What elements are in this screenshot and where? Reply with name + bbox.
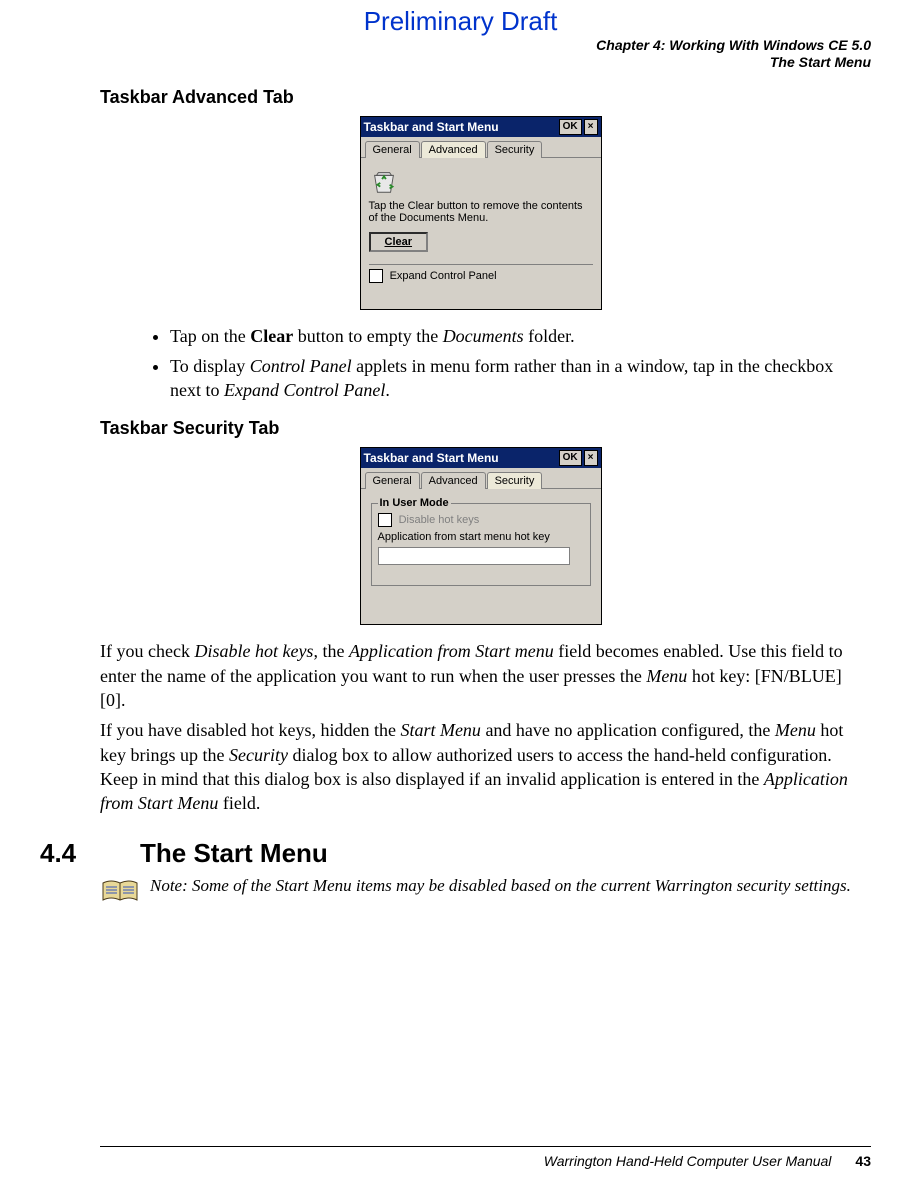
footer: Warrington Hand-Held Computer User Manua… (100, 1146, 871, 1169)
close-button[interactable]: × (584, 119, 598, 135)
subheading-security: Taskbar Security Tab (100, 418, 861, 439)
note-label: Note: (150, 876, 192, 895)
tab-general[interactable]: General (365, 141, 420, 158)
ok-button[interactable]: OK (559, 119, 582, 135)
footer-page-number: 43 (855, 1153, 871, 1169)
section-title: The Start Menu (140, 838, 328, 869)
expand-label: Expand Control Panel (390, 270, 497, 282)
paragraph-1: If you check Disable hot keys, the Appli… (100, 639, 861, 712)
subheading-advanced: Taskbar Advanced Tab (100, 87, 861, 108)
screenshot-security-tab: Taskbar and Start Menu OK × General Adva… (360, 447, 602, 625)
bullet-list: Tap on the Clear button to empty the Doc… (130, 324, 861, 403)
dialog-title-2: Taskbar and Start Menu (364, 451, 499, 465)
disable-hotkeys-label: Disable hot keys (399, 514, 480, 526)
disable-hotkeys-checkbox[interactable] (378, 513, 392, 527)
dialog-title: Taskbar and Start Menu (364, 120, 499, 134)
header-chapter: Chapter 4: Working With Windows CE 5.0 (0, 37, 871, 54)
section-number: 4.4 (40, 838, 140, 869)
tab-advanced[interactable]: Advanced (421, 141, 486, 158)
app-hotkey-label: Application from start menu hot key (378, 531, 584, 543)
app-hotkey-input[interactable] (378, 547, 570, 565)
header-section: The Start Menu (0, 54, 871, 71)
ok-button-2[interactable]: OK (559, 450, 582, 466)
tab-general-2[interactable]: General (365, 472, 420, 489)
group-legend: In User Mode (378, 497, 451, 509)
clear-button[interactable]: Clear (369, 232, 429, 252)
footer-manual: Warrington Hand-Held Computer User Manua… (544, 1153, 832, 1169)
book-icon (100, 877, 140, 905)
note: Note: Some of the Start Menu items may b… (100, 875, 861, 905)
bullet-2: To display Control Panel applets in menu… (170, 354, 861, 403)
user-mode-group: In User Mode Disable hot keys Applicatio… (371, 497, 591, 586)
recycle-bin-icon (369, 166, 399, 196)
expand-checkbox[interactable] (369, 269, 383, 283)
note-body: Some of the Start Menu items may be disa… (192, 876, 851, 895)
section-heading: 4.4 The Start Menu (40, 838, 861, 869)
advanced-description: Tap the Clear button to remove the conte… (369, 200, 593, 224)
tab-security-2[interactable]: Security (487, 472, 543, 489)
tab-security[interactable]: Security (487, 141, 543, 158)
preliminary-draft-label: Preliminary Draft (0, 6, 921, 37)
bullet-1: Tap on the Clear button to empty the Doc… (170, 324, 861, 348)
paragraph-2: If you have disabled hot keys, hidden th… (100, 718, 861, 815)
screenshot-advanced-tab: Taskbar and Start Menu OK × General Adva… (360, 116, 602, 310)
tab-advanced-2[interactable]: Advanced (421, 472, 486, 489)
close-button-2[interactable]: × (584, 450, 598, 466)
